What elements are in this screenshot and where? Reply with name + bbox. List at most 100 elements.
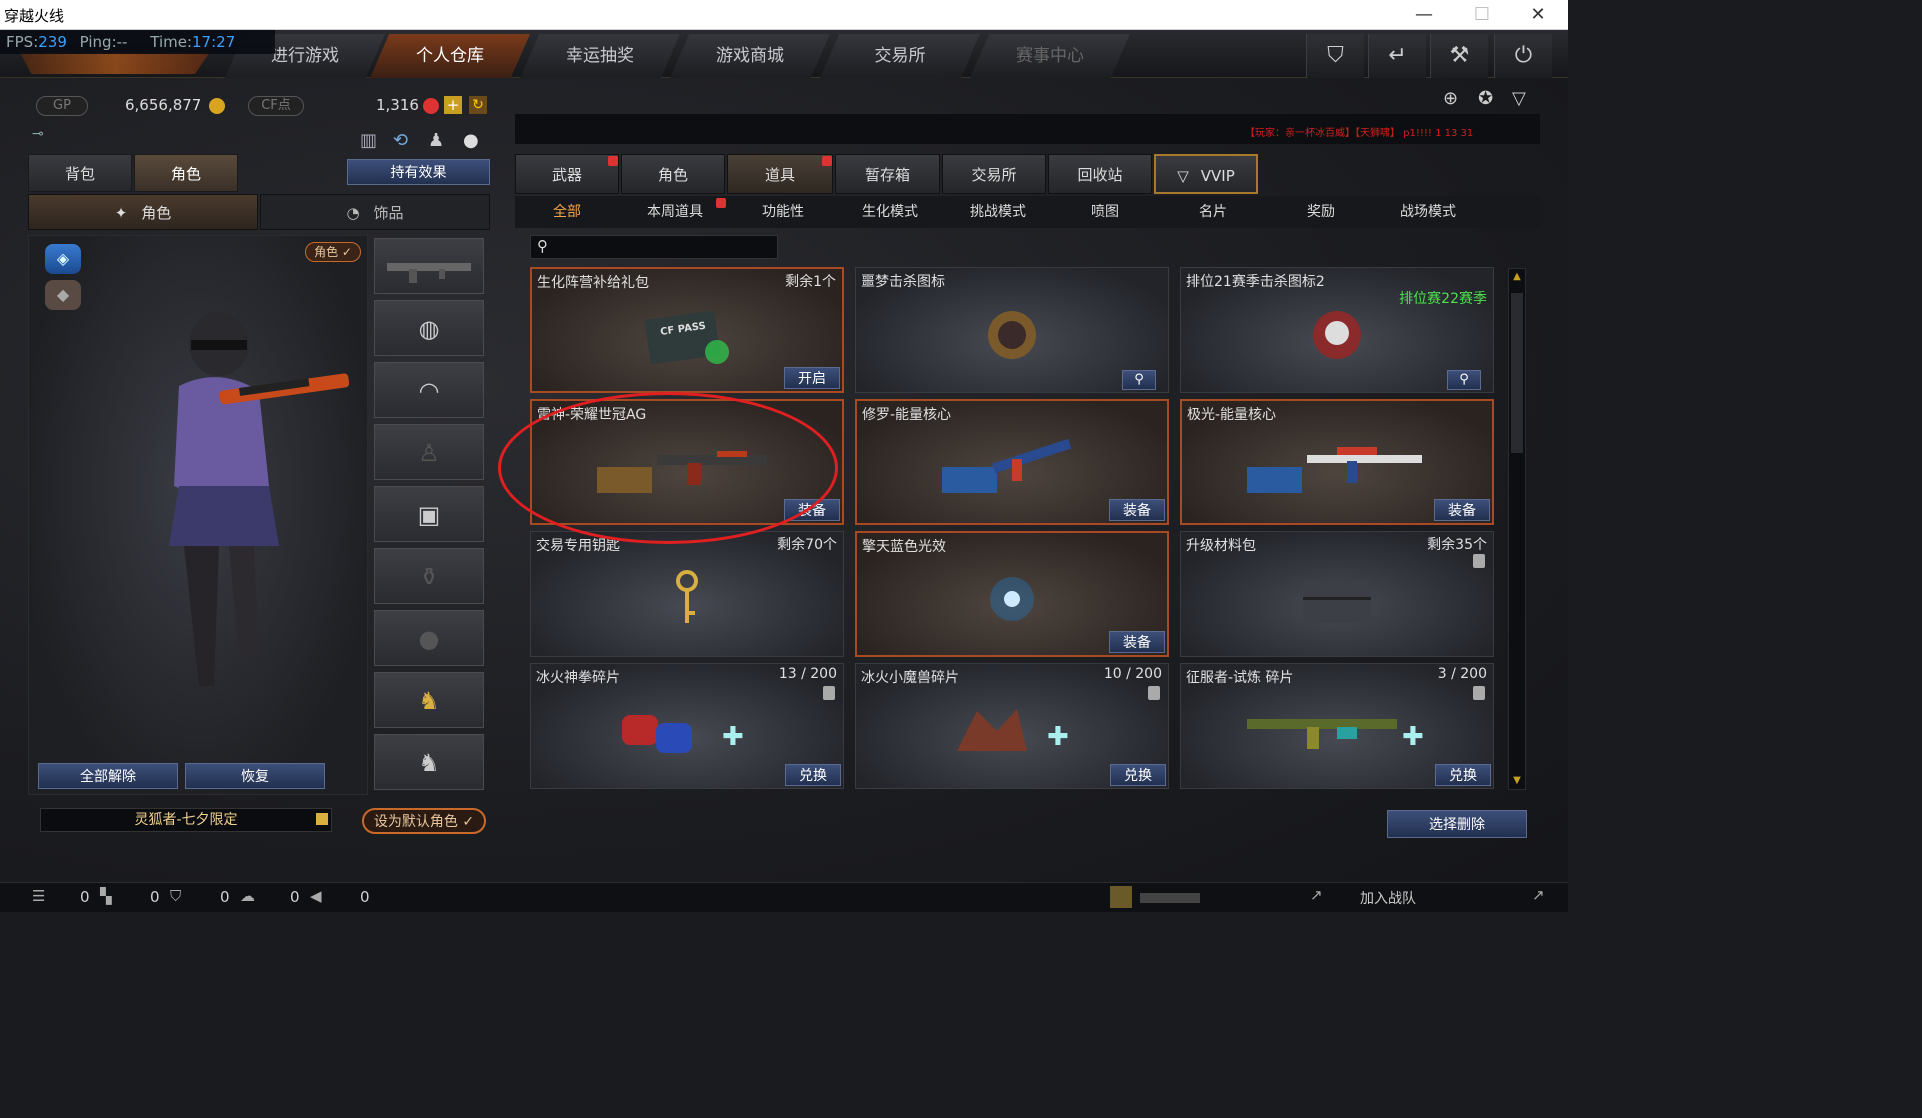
emblem-icon[interactable]: ✪: [1478, 88, 1493, 109]
search-input[interactable]: ⚲: [530, 235, 778, 259]
scroll-up-icon[interactable]: ▲: [1511, 271, 1523, 283]
item-card[interactable]: 极光-能量核心 装备: [1180, 399, 1494, 525]
item-card[interactable]: 征服者-试炼 碎片 3 / 200 ✚ 兑换: [1180, 663, 1494, 789]
slot-primary-weapon[interactable]: [374, 238, 484, 294]
item-card[interactable]: 冰火神拳碎片 13 / 200 ✚ 兑换: [530, 663, 844, 789]
chat-icon[interactable]: ☁: [240, 887, 255, 905]
cat-tab-recycle[interactable]: 回收站: [1048, 154, 1152, 194]
filter-weekly[interactable]: 本周道具: [628, 198, 722, 226]
unequip-all-button[interactable]: 全部解除: [38, 763, 178, 789]
set-default-button[interactable]: 设为默认角色 ✓: [362, 808, 486, 834]
trash-icon[interactable]: [823, 686, 835, 700]
item-card[interactable]: 修罗-能量核心 装备: [855, 399, 1169, 525]
item-card[interactable]: 冰火小魔兽碎片 10 / 200 ✚ 兑换: [855, 663, 1169, 789]
slot-pet-silver[interactable]: ♞: [374, 734, 484, 790]
item-gloves-icon: ✚: [612, 701, 762, 765]
menu-icon[interactable]: ☰: [32, 887, 45, 905]
item-card[interactable]: 交易专用钥匙 剩余70个: [530, 531, 844, 657]
scroll-down-icon[interactable]: ▼: [1511, 775, 1523, 787]
cat-tab-weapon[interactable]: 武器: [515, 154, 619, 194]
slot-body[interactable]: ♙: [374, 424, 484, 480]
item-card[interactable]: 生化阵营补给礼包 剩余1个 CF PASS 开启: [530, 267, 844, 393]
item-card[interactable]: 擎天蓝色光效 装备: [855, 531, 1169, 657]
scroll-thumb[interactable]: [1511, 293, 1523, 453]
status-bar: ☰ 0 ▚ 0 ⛉ 0 ☁ 0 ◀ 0 ↗ 加入战队 ↗: [0, 882, 1568, 912]
globe-icon[interactable]: ⊕: [1443, 88, 1458, 109]
minimize-button[interactable]: —: [1404, 3, 1444, 27]
item-card[interactable]: 排位21赛季击杀图标2 排位赛22赛季 ⚲: [1180, 267, 1494, 393]
filter-functional[interactable]: 功能性: [736, 198, 830, 226]
cat-tab-storage[interactable]: 暂存箱: [835, 154, 940, 194]
item-action-button[interactable]: 兑换: [1435, 764, 1491, 786]
time-value: 17:27: [192, 33, 236, 51]
cat-tab-vvip[interactable]: ▽ VVIP: [1154, 154, 1258, 194]
add-cf-icon[interactable]: +: [444, 96, 462, 114]
restore-button[interactable]: 恢复: [185, 763, 325, 789]
filter-reward[interactable]: 奖励: [1274, 198, 1368, 226]
slot-goggles[interactable]: ◠: [374, 362, 484, 418]
filter-battlefield[interactable]: 战场模式: [1381, 198, 1475, 226]
effects-button[interactable]: 持有效果: [347, 159, 490, 185]
list-icon[interactable]: [316, 813, 328, 825]
cat-tab-exchange[interactable]: 交易所: [942, 154, 1046, 194]
nav-tab-inventory[interactable]: 个人仓库: [370, 34, 530, 78]
item-action-button[interactable]: 兑换: [1110, 764, 1166, 786]
expand-icon[interactable]: ↗: [1532, 886, 1545, 904]
tab-character[interactable]: 角色: [134, 154, 238, 192]
item-action-button[interactable]: 装备: [1109, 631, 1165, 653]
trash-icon[interactable]: [1473, 554, 1485, 568]
rotate-icon[interactable]: ⟲: [393, 130, 408, 151]
slot-helmet[interactable]: ◍: [374, 300, 484, 356]
expand-icon[interactable]: ↗: [1310, 886, 1323, 904]
v-logo-icon[interactable]: ▽: [1512, 88, 1526, 109]
close-button[interactable]: ✕: [1518, 3, 1558, 27]
join-team-link[interactable]: 加入战队: [1360, 888, 1416, 908]
item-card[interactable]: 噩梦击杀图标 ⚲: [855, 267, 1169, 393]
nav-tab-events[interactable]: 赛事中心: [970, 34, 1130, 78]
tab-backpack[interactable]: 背包: [28, 154, 132, 192]
nav-tab-exchange[interactable]: 交易所: [820, 34, 980, 78]
slot-grenade[interactable]: ●: [374, 610, 484, 666]
item-action-button[interactable]: 开启: [784, 367, 840, 389]
character-preview[interactable]: ◈ ◆ 角色 ✓: [28, 235, 368, 795]
search-icon[interactable]: ⚲: [1447, 370, 1481, 390]
maximize-button[interactable]: ☐: [1462, 3, 1502, 27]
clan-icon[interactable]: ⛉: [170, 887, 181, 905]
filter-challenge[interactable]: 挑战模式: [951, 198, 1045, 226]
search-icon[interactable]: ⚲: [1122, 370, 1156, 390]
slot-pet-gold[interactable]: ♞: [374, 672, 484, 728]
item-action-button[interactable]: 装备: [1109, 499, 1165, 521]
filter-all[interactable]: 全部: [520, 198, 614, 226]
volume-icon[interactable]: ◀: [310, 887, 322, 905]
subtab-role[interactable]: ✦ 角色: [28, 194, 258, 230]
search-icon: ⚲: [537, 237, 548, 255]
slot-accessory[interactable]: ⚱: [374, 548, 484, 604]
scrollbar[interactable]: ▲ ▼: [1508, 268, 1526, 790]
slot-backpack[interactable]: ▣: [374, 486, 484, 542]
select-delete-button[interactable]: 选择删除: [1387, 810, 1527, 838]
friends-icon[interactable]: ▚: [100, 887, 112, 905]
wrench-icon[interactable]: ⚒: [1430, 34, 1488, 78]
item-action-button[interactable]: 兑换: [785, 764, 841, 786]
refresh-icon[interactable]: ↻: [469, 96, 487, 114]
filter-zombie[interactable]: 生化模式: [843, 198, 937, 226]
subtab-accessory[interactable]: ◔ 饰品: [260, 194, 490, 230]
item-action-button[interactable]: 装备: [1434, 499, 1490, 521]
item-card[interactable]: 升级材料包 剩余35个: [1180, 531, 1494, 657]
time-label: Time:: [150, 33, 193, 51]
cat-tab-items[interactable]: 道具: [727, 154, 833, 194]
power-icon[interactable]: ⏻: [1494, 34, 1552, 78]
cat-tab-character[interactable]: 角色: [621, 154, 725, 194]
stats-icon[interactable]: ▥: [360, 130, 377, 151]
trash-icon[interactable]: [1148, 686, 1160, 700]
filter-namecard[interactable]: 名片: [1166, 198, 1260, 226]
shield-icon[interactable]: ⛉: [1306, 34, 1364, 78]
trash-icon[interactable]: [1473, 686, 1485, 700]
return-icon[interactable]: ↵: [1368, 34, 1426, 78]
nav-tab-lottery[interactable]: 幸运抽奖: [520, 34, 680, 78]
item-beast-icon: ✚: [937, 701, 1087, 765]
pose-icon[interactable]: ♟: [428, 130, 444, 151]
grenade-icon[interactable]: ●: [463, 130, 479, 151]
nav-tab-shop[interactable]: 游戏商城: [670, 34, 830, 78]
filter-spray[interactable]: 喷图: [1058, 198, 1152, 226]
